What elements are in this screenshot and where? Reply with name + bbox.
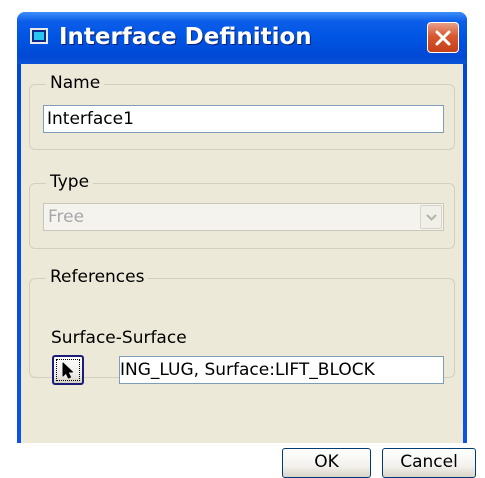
title-bar[interactable]: Interface Definition (17, 12, 467, 64)
name-input[interactable]: Interface1 (43, 105, 444, 133)
arrow-cursor-icon (62, 362, 73, 379)
type-select-value: Free (48, 207, 85, 227)
select-references-button[interactable] (52, 355, 84, 385)
close-button[interactable] (427, 22, 459, 53)
ok-button[interactable]: OK (282, 448, 371, 478)
references-field-value: ING_LUG, Surface:LIFT_BLOCK (120, 360, 375, 380)
close-icon (435, 30, 451, 46)
dialog-title: Interface Definition (59, 24, 312, 50)
interface-definition-dialog: Interface Definition Name Interface1 Typ… (17, 12, 476, 478)
name-group-label: Name (46, 73, 105, 93)
type-dropdown-button[interactable] (420, 205, 442, 229)
references-field[interactable]: ING_LUG, Surface:LIFT_BLOCK (119, 356, 444, 384)
cancel-button[interactable]: Cancel (382, 448, 476, 478)
type-select[interactable]: Free (43, 203, 444, 231)
type-group-label: Type (46, 172, 94, 192)
dialog-body: Name Interface1 Type Free References Sur… (21, 64, 476, 478)
chevron-down-icon (426, 214, 437, 221)
references-group-label: References (46, 267, 149, 287)
reference-type-label: Surface-Surface (51, 328, 187, 348)
dialog-window-icon (30, 28, 48, 44)
